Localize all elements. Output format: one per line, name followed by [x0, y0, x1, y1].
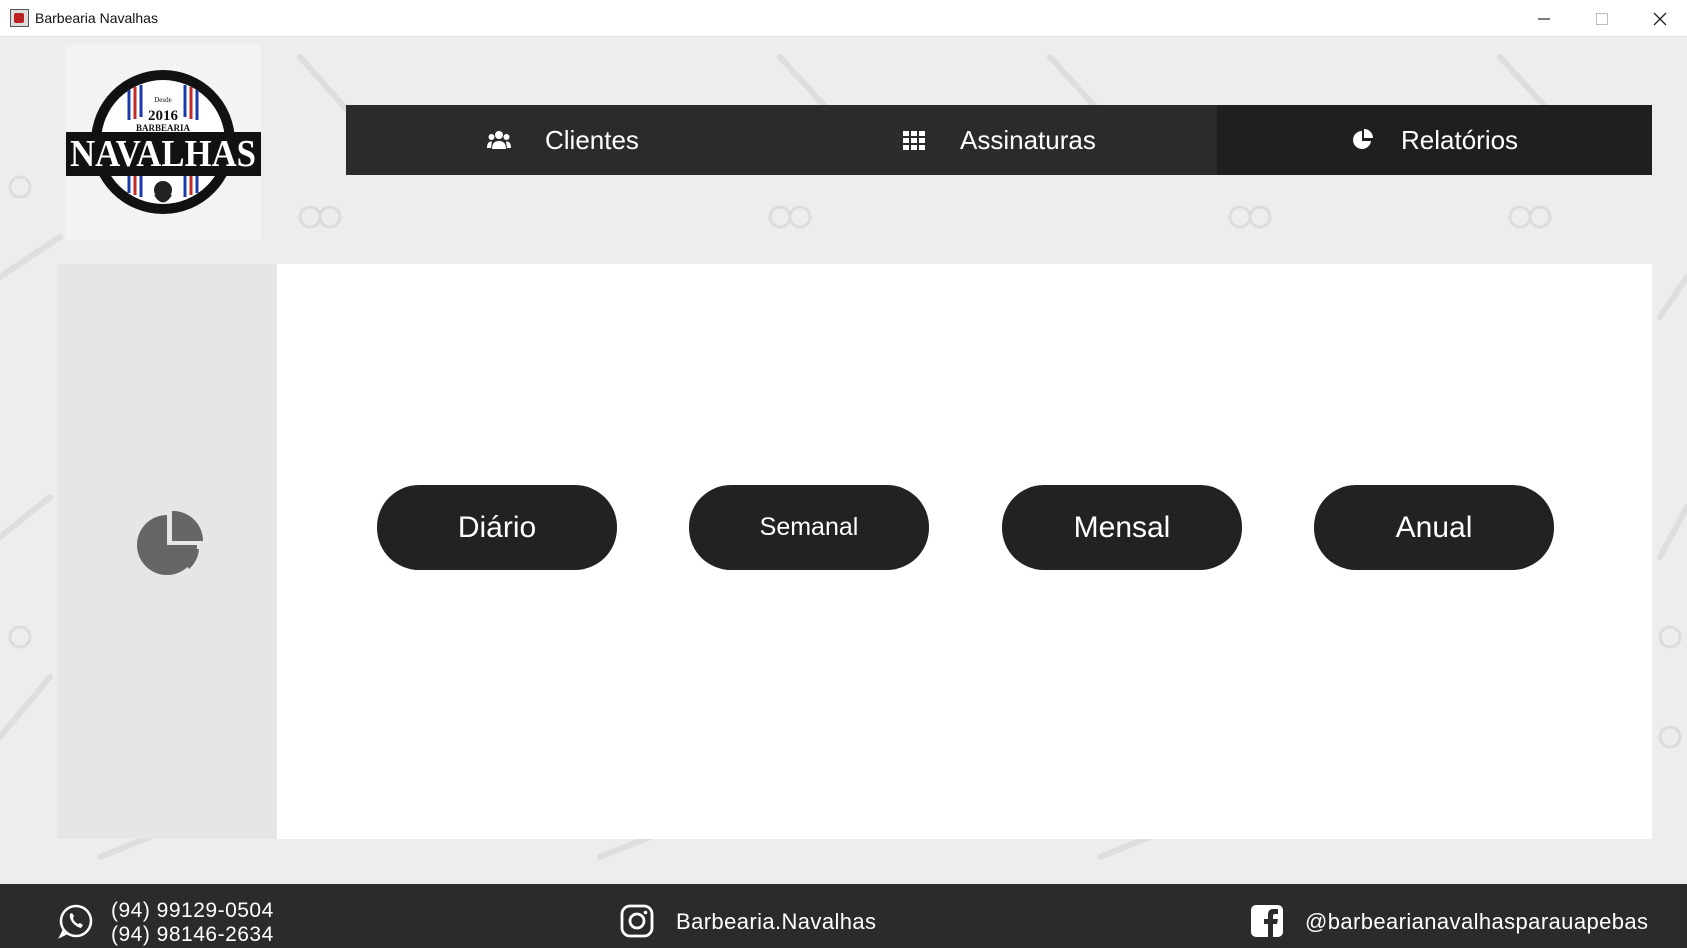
- pie-chart-icon: [1353, 129, 1373, 149]
- phone-number-1: (94) 99129-0504: [111, 899, 274, 922]
- report-semanal-button[interactable]: Semanal: [689, 485, 929, 570]
- phone-number-2: (94) 98146-2634: [111, 923, 274, 946]
- maximize-button[interactable]: [1573, 0, 1631, 37]
- users-icon: [487, 131, 511, 149]
- nav-label-relatorios: Relatórios: [1401, 124, 1519, 155]
- close-button[interactable]: [1631, 0, 1687, 37]
- navalhas-logo: Desde 2016 BARBEARIA NAVALHAS: [66, 70, 261, 214]
- maximize-icon: [1596, 12, 1608, 25]
- nav-label-clientes: Clientes: [545, 124, 639, 155]
- close-icon: [1653, 12, 1667, 25]
- brand-logo: Desde 2016 BARBEARIA NAVALHAS: [66, 45, 261, 240]
- grid-icon: [903, 131, 925, 150]
- instagram-handle: Barbearia.Navalhas: [676, 909, 877, 934]
- facebook-icon: [1251, 905, 1283, 938]
- pie-chart-icon: [137, 511, 203, 575]
- report-anual-button[interactable]: Anual: [1314, 485, 1554, 570]
- logo-subtitle-text: BARBEARIA: [136, 123, 191, 133]
- whatsapp-icon: [58, 904, 93, 939]
- window-titlebar: Barbearia Navalhas: [0, 0, 1687, 37]
- phone-numbers: (94) 99129-0504 (94) 98146-2634: [111, 899, 274, 947]
- nav-label-assinaturas: Assinaturas: [960, 124, 1096, 155]
- instagram-icon: [620, 904, 654, 938]
- side-panel: [57, 264, 277, 839]
- report-diario-button[interactable]: Diário: [377, 485, 617, 570]
- minimize-button[interactable]: [1515, 0, 1573, 37]
- window-title: Barbearia Navalhas: [35, 10, 158, 26]
- minimize-icon: [1538, 17, 1550, 20]
- top-navigation: Clientes Assinaturas Relatórios: [346, 105, 1652, 175]
- logo-name-text: NAVALHAS: [70, 133, 256, 175]
- nav-item-clientes[interactable]: Clientes: [346, 105, 761, 175]
- footer-bar: (94) 99129-0504 (94) 98146-2634 Barbeari…: [0, 884, 1687, 948]
- nav-item-assinaturas[interactable]: Assinaturas: [761, 105, 1217, 175]
- report-content-panel: Diário Semanal Mensal Anual: [277, 264, 1652, 839]
- logo-year-text: 2016: [148, 108, 179, 124]
- nav-item-relatorios[interactable]: Relatórios: [1217, 105, 1652, 175]
- logo-established-text: Desde: [154, 96, 172, 104]
- report-mensal-button[interactable]: Mensal: [1002, 485, 1242, 570]
- facebook-handle: @barbearianavalhasparauapebas: [1305, 909, 1649, 934]
- app-icon: [10, 9, 29, 27]
